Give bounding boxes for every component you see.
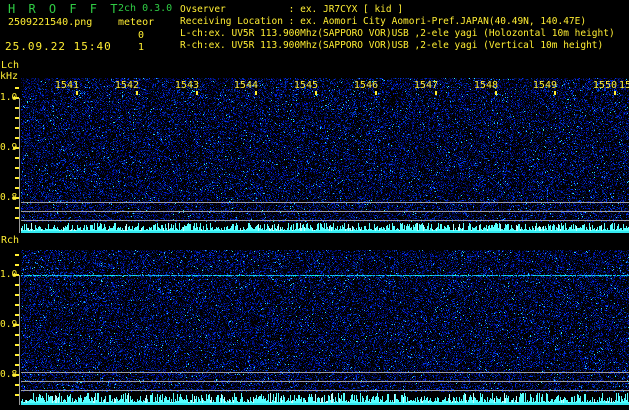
hrofft-screen: H R O F F T 2ch 0.3.0 2509221540.png met… xyxy=(0,0,629,410)
location-line: Receiving Location : ex. Aomori City Aom… xyxy=(180,16,587,27)
lch-axis-line xyxy=(19,98,20,233)
rch-axis-line xyxy=(19,275,20,405)
time-label-partial: 1551 xyxy=(619,80,629,91)
time-tick-1543 xyxy=(196,91,198,95)
rch-panel-label: Rch xyxy=(1,235,20,246)
rch-reference-line xyxy=(21,390,629,391)
rch-reference-line xyxy=(21,381,629,382)
time-tick-1541 xyxy=(76,91,78,95)
time-tick-1546 xyxy=(375,91,377,95)
time-tick-1545 xyxy=(315,91,317,95)
rch-reference-line xyxy=(21,372,629,373)
time-label-1545: 1545 xyxy=(293,80,318,91)
datetime-label: 25.09.22 15:40 xyxy=(5,40,112,53)
lch-spectrogram xyxy=(21,78,629,222)
rch-setup-line: R-ch:ex. UV5R 113.900Mhz(SAPPORO VOR)USB… xyxy=(180,40,604,51)
lch-reference-line xyxy=(21,211,629,212)
time-tick-1550 xyxy=(614,91,616,95)
lch-amplitude-strip xyxy=(21,222,629,233)
time-label-1544: 1544 xyxy=(233,80,258,91)
lch-reference-line xyxy=(21,220,629,221)
lch-reference-line xyxy=(21,202,629,203)
lch-setup-line: L-ch:ex. UV5R 113.900Mhz(SAPPORO VOR)USB… xyxy=(180,28,615,39)
app-version: 2ch 0.3.0 xyxy=(118,3,173,14)
time-tick-1547 xyxy=(435,91,437,95)
time-label-1547: 1547 xyxy=(413,80,438,91)
output-filename: 2509221540.png xyxy=(8,17,93,28)
time-tick-1544 xyxy=(255,91,257,95)
meteor-count-rch: 1 xyxy=(138,42,145,53)
station-info-block: Ovserver : ex. JR7CYX [ kid ] Receiving … xyxy=(180,4,615,52)
khz-unit-label: kHz xyxy=(0,71,19,82)
observer-line: Ovserver : ex. JR7CYX [ kid ] xyxy=(180,4,404,15)
time-tick-1548 xyxy=(495,91,497,95)
rch-freq-minor-tick xyxy=(15,254,19,256)
mode-label: meteor xyxy=(118,17,155,28)
rch-amplitude-strip xyxy=(21,392,629,405)
time-tick-1549 xyxy=(554,91,556,95)
lch-panel-label: Lch xyxy=(1,60,20,71)
time-label-1548: 1548 xyxy=(473,80,498,91)
time-label-1546: 1546 xyxy=(353,80,378,91)
time-label-1542: 1542 xyxy=(114,80,139,91)
rch-freq-minor-tick xyxy=(15,264,19,266)
lch-freq-minor-tick xyxy=(15,87,19,89)
app-title: H R O F F T xyxy=(8,2,121,16)
time-label-1549: 1549 xyxy=(532,80,557,91)
time-label-1543: 1543 xyxy=(174,80,199,91)
time-label-1550: 1550 xyxy=(592,80,617,91)
meteor-count-lch: 0 xyxy=(138,30,145,41)
rch-spectrogram xyxy=(21,250,629,392)
time-label-1541: 1541 xyxy=(54,80,79,91)
time-tick-1542 xyxy=(136,91,138,95)
